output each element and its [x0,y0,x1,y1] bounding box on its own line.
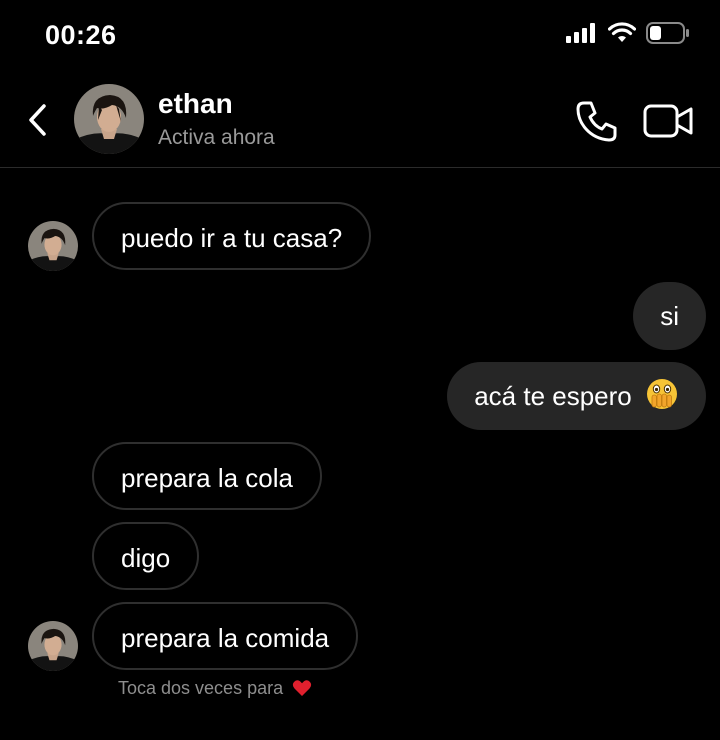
phone-icon [576,101,617,142]
sender-avatar[interactable] [28,621,78,671]
battery-icon [646,22,689,44]
contact-status: Activa ahora [158,126,275,149]
hint-text: Toca dos veces para [118,678,284,698]
wifi-icon [608,22,636,42]
double-tap-hint: Toca dos veces para [118,678,312,699]
message-text: prepara la comida [121,623,330,653]
face-with-open-eyes-and-hand-over-mouth-icon [647,379,677,409]
voice-call-button[interactable] [574,98,620,144]
video-call-button[interactable] [642,100,696,142]
status-time: 00:26 [45,20,117,50]
avatar-image [28,221,78,271]
message-text: si [660,301,679,331]
message-bubble-incoming[interactable]: puedo ir a tu casa? [92,202,372,270]
sender-avatar[interactable] [28,221,78,271]
contact-name[interactable]: ethan [158,88,233,120]
message-bubble-outgoing[interactable]: si [633,282,706,350]
message-bubble-incoming[interactable]: prepara la cola [92,442,322,510]
message-text: digo [121,543,171,573]
message-bubble-incoming[interactable]: digo [92,522,200,590]
contact-avatar[interactable] [74,84,144,154]
status-bar: 00:26 [0,0,720,70]
heart-icon [292,680,312,696]
message-bubble-incoming[interactable]: prepara la comida [92,602,359,670]
avatar-image [28,621,78,671]
back-button[interactable] [22,100,52,140]
video-camera-icon [643,104,693,138]
avatar-image [74,84,144,154]
message-text: acá te espero [474,381,632,411]
message-text: puedo ir a tu casa? [121,223,343,253]
chat-header: ethan Activa ahora [0,70,720,168]
message-text: prepara la cola [121,463,293,493]
message-bubble-outgoing[interactable]: acá te espero [447,362,706,430]
status-icons [566,22,690,44]
chevron-left-icon [29,104,46,136]
cellular-signal-icon [566,23,595,43]
